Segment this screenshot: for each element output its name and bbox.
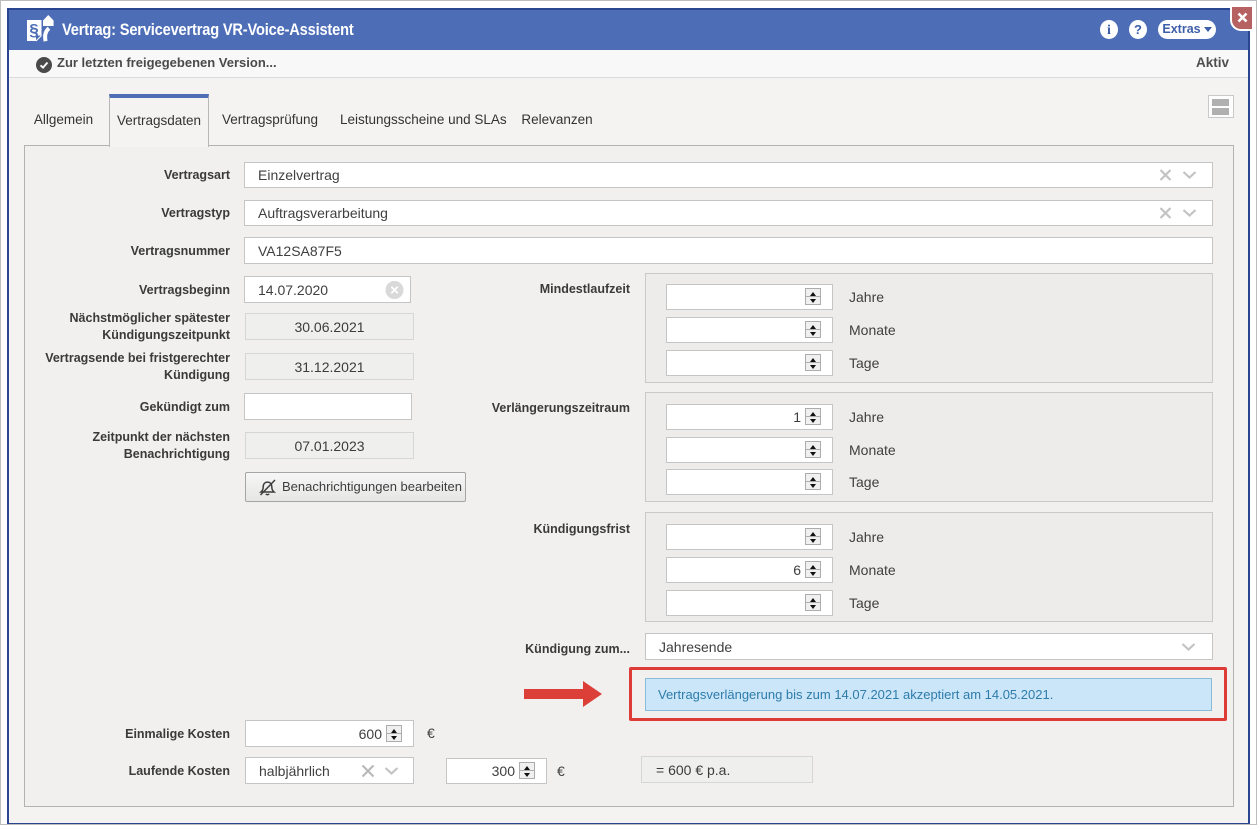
svg-text:§: § (29, 21, 38, 40)
